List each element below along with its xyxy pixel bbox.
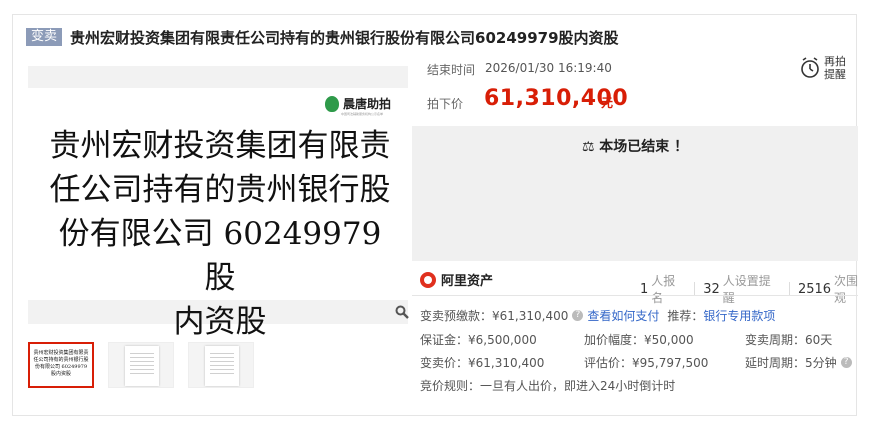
document-thumb xyxy=(205,346,239,386)
sale-type-tag: 变卖 xyxy=(26,28,63,46)
increment-info: 加价幅度：¥50,000 xyxy=(584,333,694,347)
delay-text: 延时周期：5分钟 xyxy=(745,356,837,370)
thumbnail-strip: 贵州宏财投资集团有限责任公司持有的贵州银行股份有限公司 60249979 股内资… xyxy=(28,342,254,388)
price-label: 拍下价 xyxy=(427,97,464,111)
reminder-label: 人设置提醒 xyxy=(722,274,771,305)
thumbnail-text: 贵州宏财投资集团有限责任公司持有的贵州银行股份有限公司 60249979 股内资… xyxy=(33,350,89,377)
thumbnail-1[interactable]: 贵州宏财投资集团有限责任公司持有的贵州银行股份有限公司 60249979 股内资… xyxy=(28,342,94,388)
period-info: 变卖周期：60天 xyxy=(745,333,833,347)
end-time-value: 2026/01/30 16:19:40 xyxy=(485,61,612,75)
end-time-label: 结束时间 xyxy=(427,63,476,77)
valuation-info: 评估价：¥95,797,500 xyxy=(584,356,709,370)
deposit-row: 变卖预缴款： ¥61,310,400 ? 查看如何支付 推荐： 银行专用款项 xyxy=(420,307,775,324)
gavel-icon: ⚖ xyxy=(581,139,595,155)
platform-brand: 阿里资产 xyxy=(420,270,493,289)
recommend-label: 推荐： xyxy=(667,309,704,323)
platform-logo: 晨唐助拍 xyxy=(325,95,391,112)
bank-payment-link[interactable]: 银行专用款项 xyxy=(703,307,775,324)
image-line: 份有限公司 60249979 股 xyxy=(58,216,382,296)
divider xyxy=(788,282,790,296)
auction-status-panel: ⚖ 本场已结束 ！ xyxy=(412,126,858,261)
image-line: 贵州宏财投资集团有限责 xyxy=(49,128,391,164)
zoom-icon[interactable] xyxy=(395,305,409,319)
deposit-pay-value: ¥61,310,400 xyxy=(492,308,569,323)
thumbnail-2[interactable] xyxy=(108,342,174,388)
delay-info: 延时周期：5分钟 ? xyxy=(745,354,856,371)
divider xyxy=(694,282,696,296)
logo-name: 晨唐助拍 xyxy=(343,97,392,111)
help-icon[interactable]: ? xyxy=(840,357,852,368)
sale-price-info: 变卖价：¥61,310,400 xyxy=(420,356,545,370)
remind-button[interactable]: 再拍提醒 xyxy=(800,55,848,81)
status-text: 本场已结束 ！ xyxy=(599,139,689,155)
bid-rule-info: 竞价规则：一旦有人出价，即进入24小时倒计时 xyxy=(420,379,676,393)
main-image-text: 贵州宏财投资集团有限责 任公司持有的贵州银行股 份有限公司 60249979 股… xyxy=(40,124,400,344)
image-line: 任公司持有的贵州银行股 xyxy=(49,172,391,208)
platform-name: 阿里资产 xyxy=(441,274,494,289)
how-to-pay-link[interactable]: 查看如何支付 xyxy=(587,307,659,324)
price-unit: 元 xyxy=(601,96,614,110)
document-thumb xyxy=(125,346,159,386)
view-label: 次围观 xyxy=(834,274,859,305)
image-line: 内资股 xyxy=(173,304,267,340)
thumbnail-3[interactable] xyxy=(188,342,254,388)
logo-subtitle: 中国司法辅助服务机构公示名单 xyxy=(341,112,384,116)
auction-ended-status: ⚖ 本场已结束 ！ xyxy=(412,136,858,156)
margin-info: 保证金：¥6,500,000 xyxy=(420,333,537,347)
remind-label: 再拍提醒 xyxy=(824,55,846,81)
deposit-pay-label: 变卖预缴款： xyxy=(420,309,493,323)
ali-assets-logo-icon xyxy=(420,271,436,288)
page-title: 贵州宏财投资集团有限责任公司持有的贵州银行股份有限公司60249979股内资股 xyxy=(70,28,619,47)
stats-bar: 1 人报名 32 人设置提醒 2516 次围观 xyxy=(640,272,869,306)
leaf-icon xyxy=(325,95,339,112)
title-row: 变卖 贵州宏财投资集团有限责任公司持有的贵州银行股份有限公司60249979股内… xyxy=(26,27,619,47)
help-icon[interactable]: ? xyxy=(572,310,584,321)
alarm-clock-icon xyxy=(801,57,819,78)
signup-label: 人报名 xyxy=(651,274,676,305)
divider xyxy=(412,295,858,296)
